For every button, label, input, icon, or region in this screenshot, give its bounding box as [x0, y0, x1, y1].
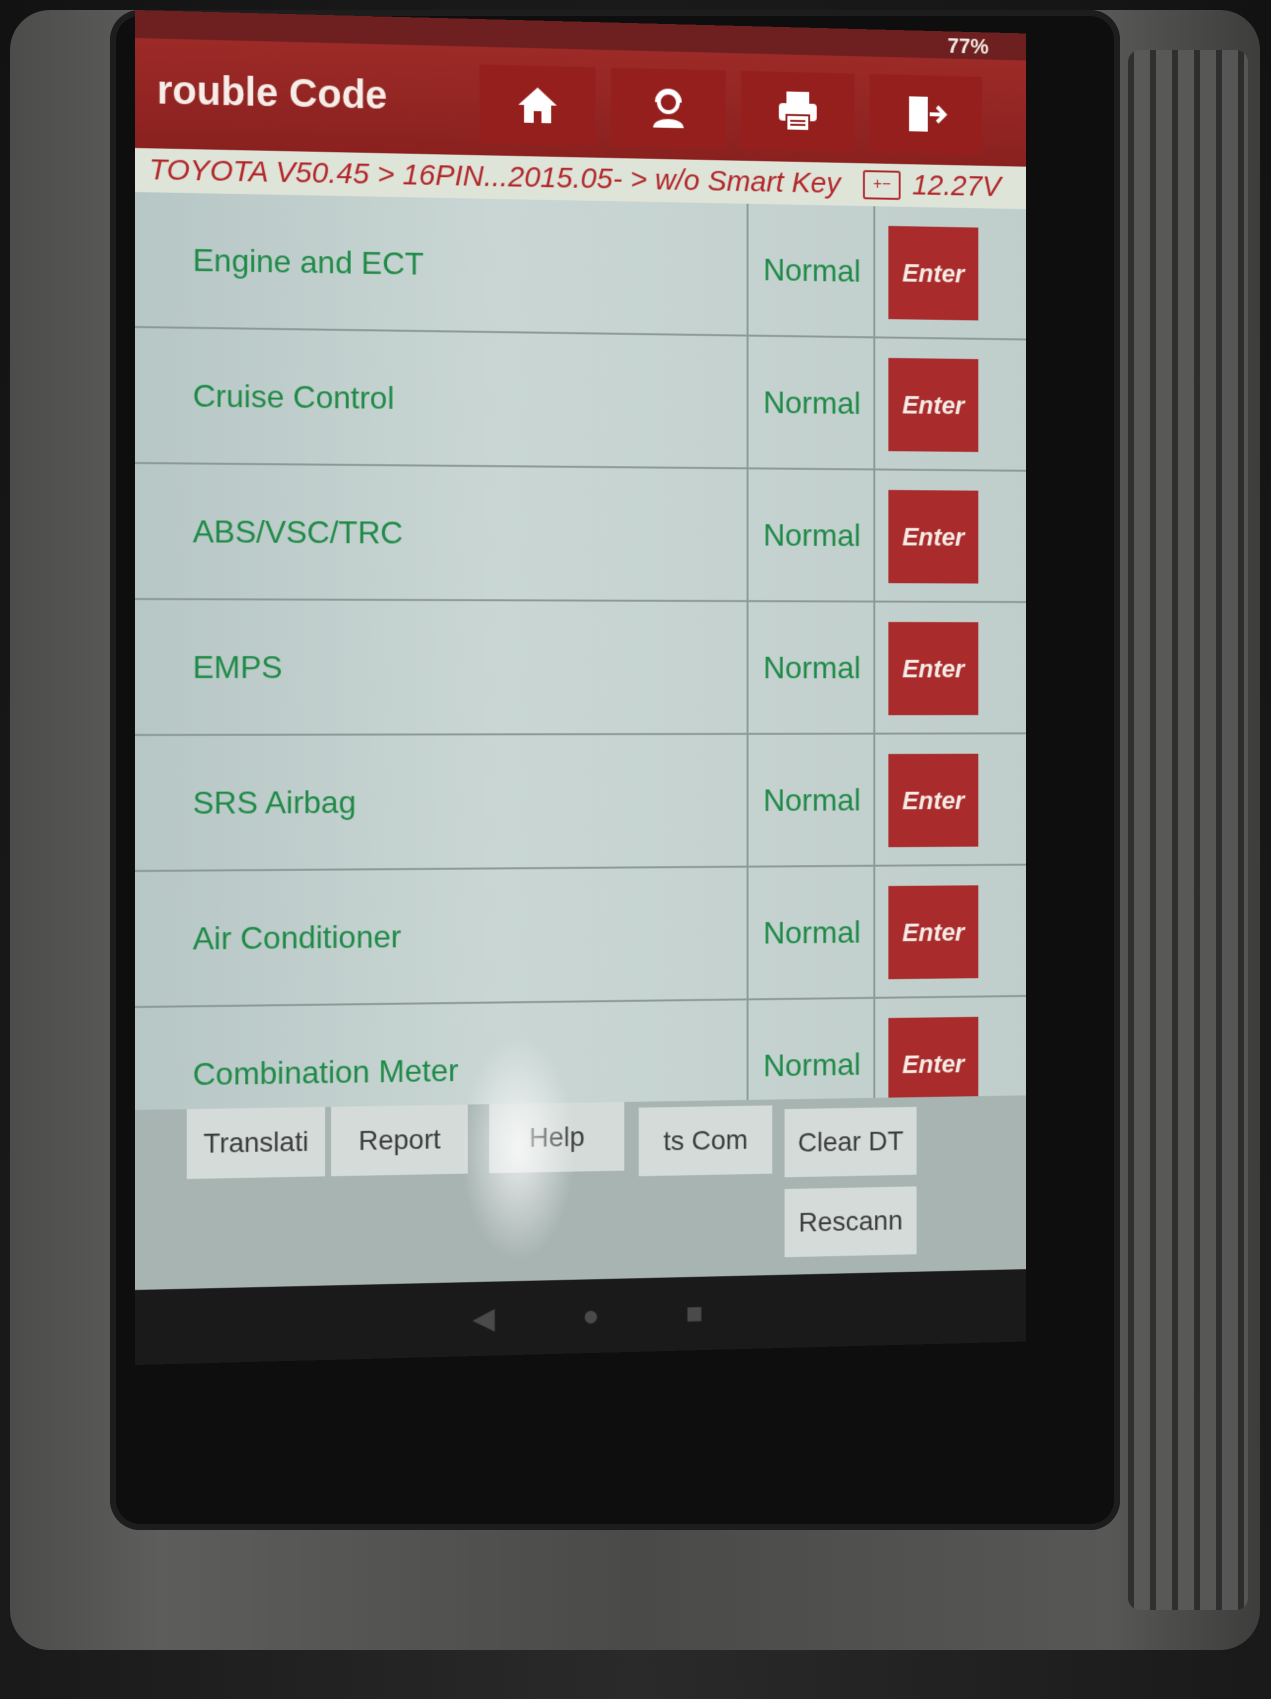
bottom-action-bar: Translati Report Help ts Com Clear DT Re…: [135, 1095, 1026, 1290]
rescan-button[interactable]: Rescann: [784, 1186, 917, 1258]
recents-nav-icon[interactable]: ■: [686, 1297, 703, 1331]
battery-voltage: 12.27V: [912, 169, 1001, 203]
system-status: Normal: [750, 336, 876, 469]
home-icon: [518, 87, 557, 124]
device-grip-ridges: [1128, 50, 1248, 1610]
user-headset-icon: [645, 84, 691, 129]
system-row: EMPS Normal Enter: [135, 600, 1026, 736]
system-status: Normal: [750, 866, 876, 999]
clear-dtc-button[interactable]: Clear DT: [784, 1106, 917, 1178]
system-list: Engine and ECT Normal Enter Cruise Contr…: [135, 192, 1026, 1144]
system-row: Air Conditioner Normal Enter: [135, 865, 1026, 1008]
system-status: Normal: [750, 734, 876, 866]
battery-level: 77%: [947, 33, 989, 59]
system-name: SRS Airbag: [192, 734, 749, 870]
enter-button[interactable]: Enter: [888, 753, 979, 848]
app-screen: 77% rouble Code TOYOTA V50.45 > 16PIN...…: [135, 10, 1026, 1365]
help-button[interactable]: Help: [489, 1101, 625, 1174]
system-row: Cruise Control Normal Enter: [135, 328, 1026, 472]
enter-button[interactable]: Enter: [888, 357, 979, 452]
battery-icon: +−: [863, 170, 901, 200]
system-status: Normal: [750, 469, 876, 601]
system-status: Normal: [750, 602, 876, 733]
back-nav-icon[interactable]: ◀: [473, 1301, 495, 1336]
enter-button[interactable]: Enter: [888, 621, 979, 716]
report-button[interactable]: Report: [331, 1104, 468, 1177]
exit-button[interactable]: [869, 74, 983, 155]
exit-icon: [909, 96, 948, 132]
system-name: Cruise Control: [192, 328, 749, 468]
home-nav-icon[interactable]: ●: [582, 1299, 599, 1333]
system-name: Air Conditioner: [192, 867, 749, 1006]
enter-button[interactable]: Enter: [888, 885, 979, 980]
system-name: ABS/VSC/TRC: [192, 464, 749, 601]
print-button[interactable]: [740, 70, 855, 152]
printer-icon: [778, 91, 817, 135]
system-row: ABS/VSC/TRC Normal Enter: [135, 464, 1026, 604]
translation-button[interactable]: Translati: [186, 1106, 326, 1180]
components-button[interactable]: ts Com: [638, 1105, 773, 1177]
support-button[interactable]: [610, 67, 726, 149]
title-bar: rouble Code: [135, 38, 1026, 167]
home-button[interactable]: [479, 64, 596, 146]
system-row: Engine and ECT Normal Enter: [135, 192, 1026, 341]
system-name: Engine and ECT: [192, 193, 749, 335]
system-row: SRS Airbag Normal Enter: [135, 734, 1026, 872]
page-title: rouble Code: [156, 68, 388, 118]
system-status: Normal: [750, 203, 876, 337]
system-name: EMPS: [192, 600, 749, 734]
enter-button[interactable]: Enter: [888, 489, 979, 584]
enter-button[interactable]: Enter: [888, 225, 979, 321]
